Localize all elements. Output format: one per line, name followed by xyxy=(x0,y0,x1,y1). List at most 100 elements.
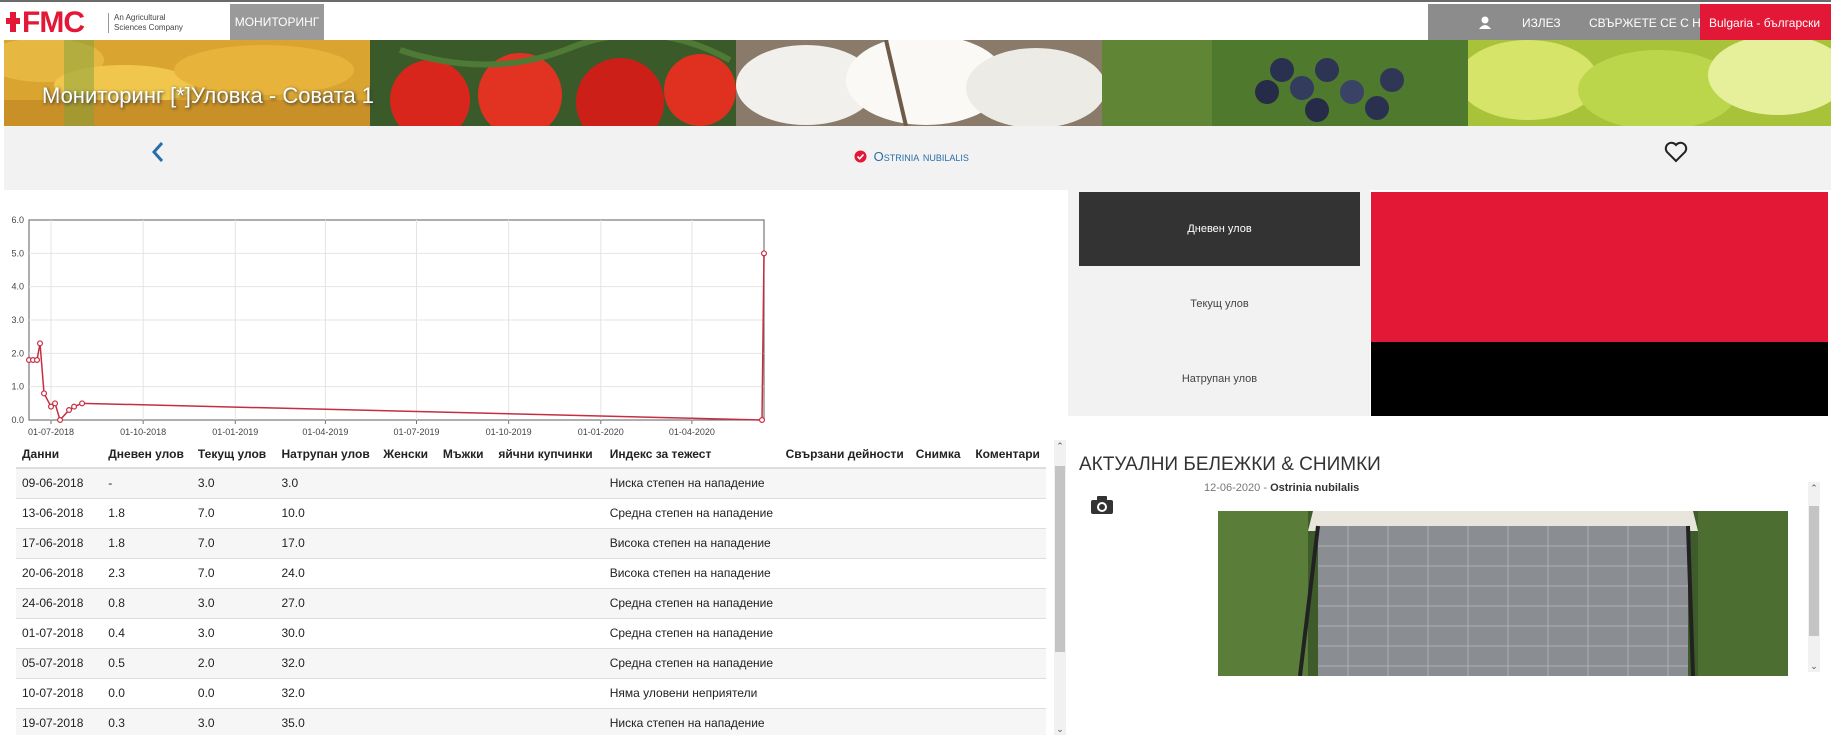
column-header[interactable]: Дневен улов xyxy=(102,440,192,469)
table-row[interactable]: 19-07-2018 0.3 3.0 35.0 Ниска степен на напа… xyxy=(16,708,1046,735)
table-cell: 13-06-2018 xyxy=(16,498,103,529)
tab-daily-catch[interactable]: Дневен улов xyxy=(1079,192,1360,266)
grapes-image xyxy=(1102,40,1468,126)
table-cell xyxy=(779,588,910,619)
column-header[interactable]: Свързани дейности xyxy=(779,440,910,469)
table-cell xyxy=(909,678,970,709)
column-header[interactable]: Данни xyxy=(16,440,103,469)
notes-scroll-thumb[interactable] xyxy=(1809,506,1819,636)
table-cell xyxy=(377,528,437,559)
data-point xyxy=(37,340,44,347)
y-tick-label: 1.0 xyxy=(11,382,24,392)
table-cell: 7.0 xyxy=(191,558,276,589)
table-cell xyxy=(779,708,910,735)
table-cell: 0.0 xyxy=(102,678,192,709)
table-cell: 10-07-2018 xyxy=(16,678,103,709)
table-cell xyxy=(909,588,970,619)
page-title: Мониторинг [*]Уловка - Совата 1 xyxy=(42,83,375,108)
catch-table: Данни Дневен улов Текущ улов Натрупан улов Ж… xyxy=(16,440,1046,735)
back-chevron-icon[interactable] xyxy=(150,140,166,164)
table-cell: Средна степен на нападение xyxy=(603,618,780,649)
tab-current-catch[interactable]: Текущ улов xyxy=(1079,267,1360,341)
table-cell xyxy=(779,528,910,559)
camera-icon[interactable] xyxy=(1090,494,1114,516)
logo-text: FMC xyxy=(22,6,85,39)
table-cell xyxy=(909,558,970,589)
column-header[interactable]: Снимка xyxy=(909,440,970,469)
table-cell: 7.0 xyxy=(191,498,276,529)
table-cell xyxy=(377,558,437,589)
x-tick-label: 01-07-2018 xyxy=(28,427,74,437)
table-cell xyxy=(969,648,1046,679)
black-panel xyxy=(1371,342,1828,416)
table-row[interactable]: 09-06-2018-3.0 3.0 Ниска степен на нападен… xyxy=(16,468,1046,499)
column-header[interactable]: Натрупан улов xyxy=(275,440,378,469)
scroll-up-icon[interactable]: ⌃ xyxy=(1054,440,1066,452)
column-header[interactable]: Мъжки xyxy=(436,440,493,469)
table-cell xyxy=(377,618,437,649)
table-cell xyxy=(492,468,604,499)
table-cell: 27.0 xyxy=(275,588,378,619)
logout-link[interactable]: ИЗЛЕЗ xyxy=(1522,4,1561,42)
table-cell: 2.0 xyxy=(191,648,276,679)
pest-title[interactable]: Ostrinia nubilalis xyxy=(854,149,969,164)
trap-photo[interactable] xyxy=(1218,511,1788,676)
table-cell: 1.8 xyxy=(102,528,192,559)
table-cell: 7.0 xyxy=(191,528,276,559)
table-cell xyxy=(492,498,604,529)
table-cell xyxy=(969,498,1046,529)
table-scrollbar[interactable]: ⌃ ⌄ xyxy=(1054,440,1066,735)
table-cell xyxy=(377,498,437,529)
table-cell: 32.0 xyxy=(275,648,378,679)
table-cell xyxy=(779,498,910,529)
nav-monitoring[interactable]: МОНИТОРИНГ xyxy=(230,4,324,42)
notes-scroll-up-icon[interactable]: ⌃ xyxy=(1808,482,1820,494)
table-cell: 3.0 xyxy=(275,468,378,499)
user-icon[interactable] xyxy=(1470,4,1500,42)
scroll-down-icon[interactable]: ⌄ xyxy=(1054,723,1066,735)
table-row[interactable]: 20-06-2018 2.3 7.0 24.0 Висока степен на нап… xyxy=(16,558,1046,589)
red-panel xyxy=(1371,192,1828,342)
table-cell: 2.3 xyxy=(102,558,192,589)
table-cell xyxy=(436,498,493,529)
fmc-logo[interactable]: FMC An Agricultural Sciences Company xyxy=(4,6,224,40)
page: FMC An Agricultural Sciences Company МОН… xyxy=(0,0,1831,735)
column-header[interactable]: Текущ улов xyxy=(191,440,276,469)
table-cell: Средна степен на нападение xyxy=(603,588,780,619)
table-cell xyxy=(969,468,1046,499)
scroll-thumb[interactable] xyxy=(1055,466,1065,652)
y-tick-label: 5.0 xyxy=(11,248,24,258)
language-dropdown[interactable]: Bulgaria - български ▼ xyxy=(1700,4,1831,67)
table-cell xyxy=(436,528,493,559)
notes-scrollbar[interactable]: ⌃ ⌄ xyxy=(1808,482,1820,672)
heart-icon[interactable] xyxy=(1664,141,1688,163)
table-cell xyxy=(377,678,437,709)
top-navbar: FMC An Agricultural Sciences Company МОН… xyxy=(0,0,1831,67)
table-cell: 3.0 xyxy=(191,618,276,649)
contact-link[interactable]: СВЪРЖЕТЕ СЕ С НАС xyxy=(1589,4,1717,42)
column-header[interactable]: Коментари xyxy=(969,440,1046,469)
check-circle-icon xyxy=(854,150,867,163)
table-cell xyxy=(377,648,437,679)
table-row[interactable]: 10-07-2018 0.0 0.0 32.0 Няма уловени неприят… xyxy=(16,678,1046,709)
table-cell xyxy=(779,648,910,679)
notes-scroll-down-icon[interactable]: ⌄ xyxy=(1808,660,1820,672)
y-tick-label: 4.0 xyxy=(11,282,24,292)
table-cell xyxy=(436,588,493,619)
user-icon-svg xyxy=(1479,16,1491,29)
table-row[interactable]: 01-07-2018 0.4 3.0 30.0 Средна степен на нап… xyxy=(16,618,1046,649)
tab-accumulated-catch[interactable]: Натрупан улов xyxy=(1079,342,1360,416)
data-point xyxy=(760,250,767,257)
table-row[interactable]: 13-06-2018 1.8 7.0 10.0 Средна степен на нап… xyxy=(16,498,1046,529)
table-row[interactable]: 24-06-2018 0.8 3.0 27.0 Средна степен на нап… xyxy=(16,588,1046,619)
column-header[interactable]: Женски xyxy=(377,440,437,469)
table-cell: 01-07-2018 xyxy=(16,618,103,649)
column-header[interactable]: яйчни купчинки xyxy=(492,440,604,469)
table-cell xyxy=(969,558,1046,589)
x-tick-label: 01-01-2019 xyxy=(212,427,258,437)
table-row[interactable]: 05-07-2018 0.5 2.0 32.0 Средна степен на нап… xyxy=(16,648,1046,679)
table-cell xyxy=(969,528,1046,559)
column-header[interactable]: Индекс за тежест xyxy=(603,440,780,469)
table-cell: Висока степен на нападение xyxy=(603,558,780,589)
table-row[interactable]: 17-06-2018 1.8 7.0 17.0 Висока степен на нап… xyxy=(16,528,1046,559)
